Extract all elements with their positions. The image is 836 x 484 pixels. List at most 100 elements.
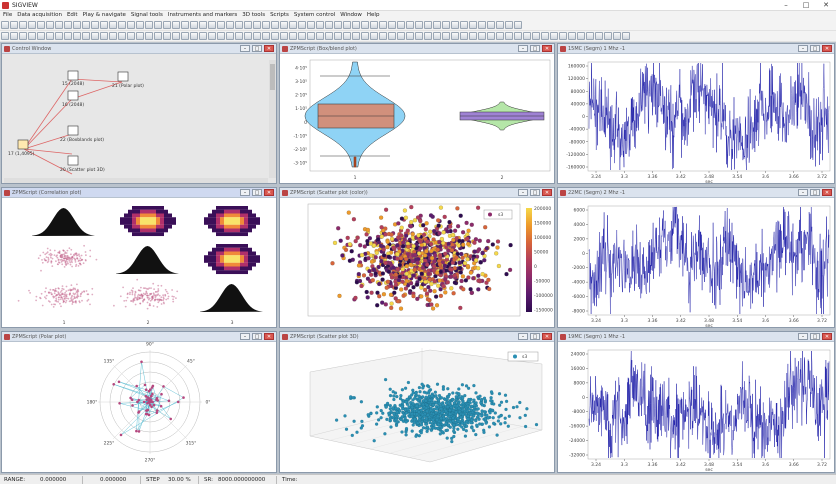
- toolbar-button[interactable]: [334, 32, 342, 40]
- toolbar-button[interactable]: [208, 32, 216, 40]
- toolbar-button[interactable]: [298, 32, 306, 40]
- toolbar-button[interactable]: [487, 21, 495, 29]
- maximize-icon[interactable]: □: [252, 45, 262, 52]
- scatter3d-window[interactable]: ZPMScript (Scatter plot 3D) – □ ✕ s3: [279, 331, 555, 473]
- toolbar-button[interactable]: [46, 21, 54, 29]
- toolbar-button[interactable]: [604, 32, 612, 40]
- toolbar-button[interactable]: [91, 32, 99, 40]
- toolbar-button[interactable]: [379, 32, 387, 40]
- toolbar-button[interactable]: [451, 32, 459, 40]
- menu-window[interactable]: Window: [337, 11, 364, 18]
- toolbar-button[interactable]: [415, 21, 423, 29]
- toolbar-button[interactable]: [127, 21, 135, 29]
- toolbar-button[interactable]: [253, 21, 261, 29]
- control-window[interactable]: Control Window – □ ✕ 21 (Polar plot) 15 …: [1, 43, 277, 184]
- correlation-window[interactable]: ZPMScript (Correlation plot) – □ ✕ 1 2 3: [1, 187, 277, 328]
- toolbar-button[interactable]: [55, 21, 63, 29]
- close-icon[interactable]: ✕: [822, 189, 832, 196]
- toolbar-button[interactable]: [190, 32, 198, 40]
- toolbar-button[interactable]: [541, 32, 549, 40]
- toolbar-button[interactable]: [568, 32, 576, 40]
- toolbar-button[interactable]: [352, 21, 360, 29]
- toolbar-button[interactable]: [505, 32, 513, 40]
- toolbar-button[interactable]: [496, 21, 504, 29]
- toolbar-button[interactable]: [100, 32, 108, 40]
- toolbar-button[interactable]: [505, 21, 513, 29]
- signal-window-1[interactable]: 15MC (Segm) 1 Mhz -1 – □ ✕ 160000 120000 8000…: [557, 43, 835, 184]
- toolbar-button[interactable]: [226, 21, 234, 29]
- toolbar-button[interactable]: [397, 21, 405, 29]
- toolbar-button[interactable]: [244, 21, 252, 29]
- toolbar-button[interactable]: [163, 32, 171, 40]
- toolbar-button[interactable]: [154, 32, 162, 40]
- toolbar-button[interactable]: [19, 32, 27, 40]
- polar-window[interactable]: ZPMScript (Polar plot) – □ ✕ 90° 45° 0° 315° 27…: [1, 331, 277, 473]
- maximize-icon[interactable]: □: [530, 45, 540, 52]
- toolbar-button[interactable]: [271, 21, 279, 29]
- toolbar-button[interactable]: [118, 21, 126, 29]
- toolbar-button[interactable]: [190, 21, 198, 29]
- toolbar-button[interactable]: [388, 32, 396, 40]
- toolbar-button[interactable]: [559, 32, 567, 40]
- toolbar-button[interactable]: [37, 32, 45, 40]
- maximize-icon[interactable]: □: [800, 1, 812, 10]
- toolbar-button[interactable]: [127, 32, 135, 40]
- toolbar-button[interactable]: [1, 32, 9, 40]
- toolbar-button[interactable]: [181, 21, 189, 29]
- toolbar-button[interactable]: [316, 21, 324, 29]
- toolbar-button[interactable]: [334, 21, 342, 29]
- toolbar-button[interactable]: [235, 21, 243, 29]
- toolbar-button[interactable]: [136, 32, 144, 40]
- minimize-icon[interactable]: –: [798, 189, 808, 196]
- toolbar-button[interactable]: [433, 32, 441, 40]
- horizontal-scrollbar[interactable]: [4, 178, 268, 184]
- toolbar-button[interactable]: [595, 32, 603, 40]
- close-icon[interactable]: ✕: [820, 1, 832, 10]
- toolbar-button[interactable]: [46, 32, 54, 40]
- toolbar-button[interactable]: [496, 32, 504, 40]
- toolbar-button[interactable]: [280, 21, 288, 29]
- toolbar-button[interactable]: [19, 21, 27, 29]
- close-icon[interactable]: ✕: [542, 333, 552, 340]
- toolbar-button[interactable]: [613, 32, 621, 40]
- toolbar-button[interactable]: [109, 32, 117, 40]
- toolbar-button[interactable]: [55, 32, 63, 40]
- menu-help[interactable]: Help: [364, 11, 382, 18]
- minimize-icon[interactable]: –: [518, 189, 528, 196]
- toolbar-button[interactable]: [217, 32, 225, 40]
- toolbar-button[interactable]: [343, 32, 351, 40]
- toolbar-button[interactable]: [82, 32, 90, 40]
- signal-window-3[interactable]: 19MC (Segm) 1 Mhz -1 – □ ✕ 24000 16000 8000 0 -…: [557, 331, 835, 473]
- close-icon[interactable]: ✕: [822, 45, 832, 52]
- maximize-icon[interactable]: □: [810, 333, 820, 340]
- boxplot-window[interactable]: ZPMScript (Box/blend plot) – □ ✕ 4·10⁵ 3·10⁵…: [279, 43, 555, 184]
- close-icon[interactable]: ✕: [264, 333, 274, 340]
- toolbar-button[interactable]: [406, 32, 414, 40]
- toolbar-button[interactable]: [199, 32, 207, 40]
- menu-3d-tools[interactable]: 3D tools: [239, 11, 267, 18]
- toolbar-button[interactable]: [10, 32, 18, 40]
- toolbar-button[interactable]: [253, 32, 261, 40]
- menu-file[interactable]: File: [0, 11, 14, 18]
- toolbar-button[interactable]: [397, 32, 405, 40]
- toolbar-button[interactable]: [343, 21, 351, 29]
- toolbar-button[interactable]: [82, 21, 90, 29]
- toolbar-button[interactable]: [478, 32, 486, 40]
- close-icon[interactable]: ✕: [822, 333, 832, 340]
- toolbar-button[interactable]: [217, 21, 225, 29]
- toolbar-button[interactable]: [433, 21, 441, 29]
- toolbar-button[interactable]: [145, 21, 153, 29]
- menu-system-control[interactable]: System control: [291, 11, 337, 18]
- close-icon[interactable]: ✕: [542, 45, 552, 52]
- close-icon[interactable]: ✕: [264, 45, 274, 52]
- minimize-icon[interactable]: –: [798, 45, 808, 52]
- maximize-icon[interactable]: □: [810, 45, 820, 52]
- maximize-icon[interactable]: □: [530, 333, 540, 340]
- minimize-icon[interactable]: –: [798, 333, 808, 340]
- toolbar-button[interactable]: [73, 21, 81, 29]
- toolbar-button[interactable]: [550, 32, 558, 40]
- toolbar-button[interactable]: [235, 32, 243, 40]
- toolbar-button[interactable]: [325, 21, 333, 29]
- toolbar-button[interactable]: [622, 32, 630, 40]
- toolbar-button[interactable]: [370, 32, 378, 40]
